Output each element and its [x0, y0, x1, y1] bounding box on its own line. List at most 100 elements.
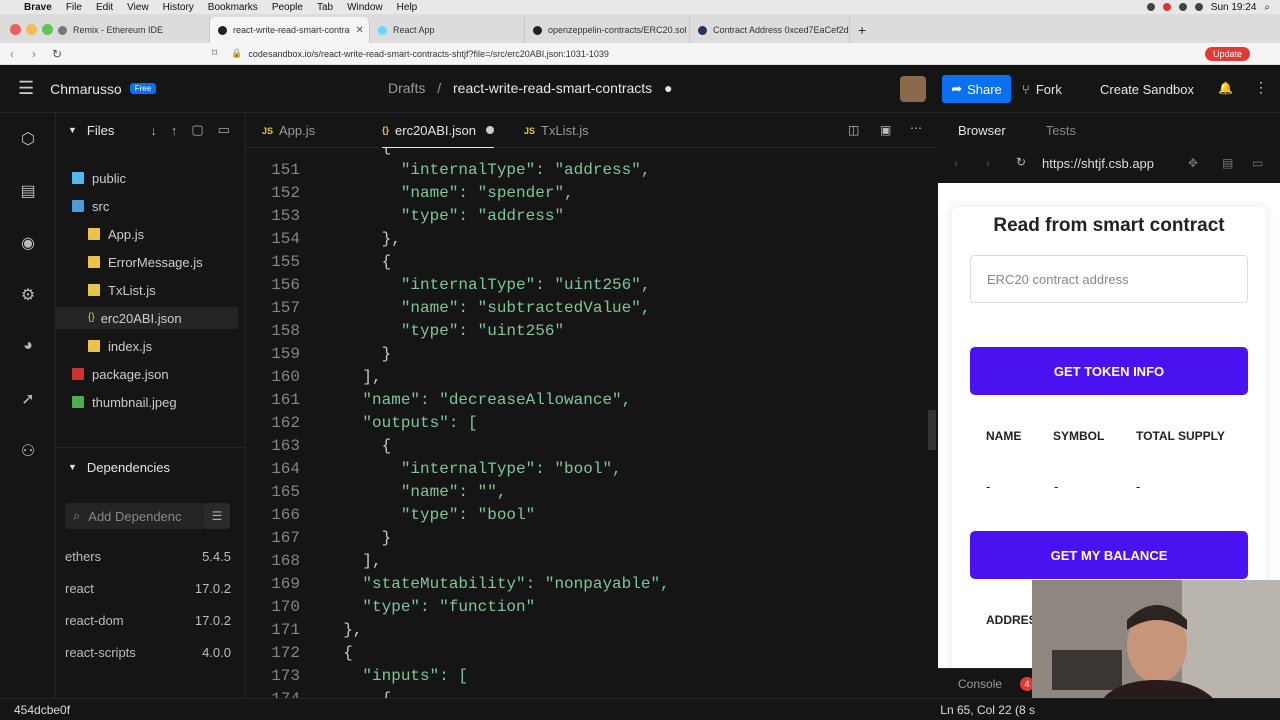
dependency-version[interactable]: 5.4.5	[202, 549, 231, 564]
fork-button[interactable]: ⑂ Fork	[1022, 75, 1062, 103]
bookmark-icon[interactable]: ⌑	[212, 48, 217, 59]
code-line[interactable]: 173 "inputs": [	[246, 667, 468, 690]
code-line[interactable]: 161 "name": "decreaseAllowance",	[246, 391, 631, 414]
code-line[interactable]: 158 "type": "uint256"	[246, 322, 564, 345]
dependency-version[interactable]: 4.0.0	[202, 645, 231, 660]
code-line[interactable]: 171 },	[246, 621, 362, 644]
preview-url-field[interactable]: https://shtjf.csb.app	[1042, 156, 1154, 171]
browser-tab-openzeppelin[interactable]: openzeppelin-contracts/ERC20.sol	[525, 17, 690, 43]
tab-txlist-js[interactable]: JS TxList.js	[524, 113, 589, 148]
tab-browser[interactable]: Browser	[958, 123, 1006, 138]
move-icon[interactable]: ✥	[1188, 156, 1198, 170]
code-line[interactable]: 167 }	[246, 529, 391, 552]
tree-file-thumbnail[interactable]: thumbnail.jpeg	[72, 391, 177, 413]
tab-app-js[interactable]: JS App.js	[262, 113, 315, 148]
menu-history[interactable]: History	[163, 2, 194, 13]
editor-scrollbar[interactable]	[926, 148, 938, 698]
sandbox-info-icon[interactable]: ⬡	[18, 129, 38, 149]
code-line[interactable]: 159 }	[246, 345, 391, 368]
refresh-icon[interactable]: ↻	[1016, 155, 1026, 169]
reload-icon[interactable]: ↻	[52, 47, 62, 61]
get-my-balance-button[interactable]: GET MY BALANCE	[970, 531, 1248, 579]
tree-file-package-json[interactable]: package.json	[72, 363, 169, 385]
more-actions-icon[interactable]: ⋯	[910, 121, 922, 135]
search-icon[interactable]: ⌕	[1264, 2, 1270, 13]
code-line[interactable]: 153 "type": "address"	[246, 207, 564, 230]
breadcrumb-drafts[interactable]: Drafts	[388, 80, 425, 96]
dependency-search-input[interactable]: ⌕ Add Dependenc	[65, 503, 205, 529]
code-line[interactable]: 170 "type": "function"	[246, 598, 535, 621]
menu-window[interactable]: Window	[347, 2, 383, 13]
dependency-version[interactable]: 17.0.2	[195, 613, 231, 628]
dependency-menu-icon[interactable]: ☰	[204, 503, 230, 529]
create-sandbox-button[interactable]: Create Sandbox	[1100, 75, 1194, 103]
share-button[interactable]: ➦ Share	[942, 75, 1011, 103]
file-explorer-icon[interactable]: ▤	[18, 181, 38, 201]
menu-icon[interactable]: ☰	[18, 78, 34, 99]
preview-window-icon[interactable]: ▣	[880, 123, 891, 137]
dependency-item[interactable]: ethers 5.4.5	[65, 549, 231, 564]
tray-icon[interactable]	[1146, 3, 1155, 11]
browser-tab-etherscan[interactable]: Contract Address 0xced7EaCef2db	[690, 17, 850, 43]
code-line[interactable]: 160 ],	[246, 368, 381, 391]
tree-folder-public[interactable]: public	[72, 167, 126, 189]
scrollbar-thumb[interactable]	[928, 410, 936, 450]
new-tab-button[interactable]: +	[850, 17, 874, 43]
code-line[interactable]: 156 "internalType": "uint256",	[246, 276, 650, 299]
avatar[interactable]	[900, 76, 926, 102]
menu-edit[interactable]: Edit	[96, 2, 113, 13]
settings-gear-icon[interactable]: ⚙	[18, 285, 38, 305]
menu-people[interactable]: People	[272, 2, 303, 13]
tree-file-txlist-js[interactable]: TxList.js	[88, 279, 156, 301]
code-line[interactable]: 151 "internalType": "address",	[246, 161, 650, 184]
cursor-position[interactable]: Ln 65, Col 22 (8 s	[940, 703, 1035, 717]
forward-icon[interactable]: ›	[32, 47, 36, 61]
contract-address-input[interactable]: ERC20 contract address	[970, 255, 1248, 303]
search-icon[interactable]: ◉	[18, 233, 38, 253]
wifi-icon[interactable]	[1178, 3, 1187, 11]
new-folder-icon[interactable]: ▭	[218, 122, 230, 138]
deploy-rocket-icon[interactable]: ➚	[18, 389, 38, 409]
new-file-icon[interactable]: ▢	[191, 122, 203, 138]
code-line[interactable]: 162 "outputs": [	[246, 414, 477, 437]
code-line[interactable]: 165 "name": "",	[246, 483, 506, 506]
files-section-header[interactable]: ▼ Files ↓ ↑ ▢ ▭	[68, 120, 230, 140]
github-icon[interactable]: ◕	[18, 337, 38, 357]
menu-tab[interactable]: Tab	[317, 2, 333, 13]
browser-tab-remix[interactable]: Remix - Ethereum IDE	[50, 17, 210, 43]
record-icon[interactable]	[1162, 3, 1171, 11]
code-line[interactable]: 169 "stateMutability": "nonpayable",	[246, 575, 669, 598]
tree-folder-src[interactable]: src	[72, 195, 109, 217]
forward-icon[interactable]: ›	[986, 156, 990, 170]
code-line[interactable]: 166 "type": "bool"	[246, 506, 535, 529]
code-line[interactable]: 174 {	[246, 690, 391, 698]
tree-file-erc20abi-json[interactable]: {} erc20ABI.json	[56, 307, 238, 329]
download-icon[interactable]: ↓	[150, 123, 157, 138]
more-options-icon[interactable]: ⋮	[1254, 79, 1268, 96]
unsaved-dot-icon[interactable]	[485, 126, 494, 134]
open-new-window-icon[interactable]: ▤	[1222, 156, 1233, 170]
tab-tests[interactable]: Tests	[1046, 123, 1076, 138]
dependency-item[interactable]: react 17.0.2	[65, 581, 231, 596]
get-token-info-button[interactable]: GET TOKEN INFO	[970, 347, 1248, 395]
code-line[interactable]: 172 {	[246, 644, 353, 667]
dependencies-section-header[interactable]: ▼ Dependencies	[68, 457, 170, 477]
browser-tab-codesandbox[interactable]: react-write-read-smart-contra ✕	[210, 17, 370, 43]
tree-file-app-js[interactable]: App.js	[88, 223, 144, 245]
minimize-window-icon[interactable]	[26, 24, 37, 35]
responsive-icon[interactable]: ▭	[1252, 156, 1263, 170]
back-icon[interactable]: ‹	[954, 156, 958, 170]
close-window-icon[interactable]	[10, 24, 21, 35]
battery-icon[interactable]	[1194, 3, 1203, 11]
menu-view[interactable]: View	[127, 2, 149, 13]
code-line[interactable]: 164 "internalType": "bool",	[246, 460, 621, 483]
menu-file[interactable]: File	[66, 2, 82, 13]
code-area[interactable]: {151 "internalType": "address",152 "name…	[246, 148, 926, 698]
code-line[interactable]: 157 "name": "subtractedValue",	[246, 299, 650, 322]
code-line[interactable]: {	[246, 148, 392, 161]
dependency-item[interactable]: react-dom 17.0.2	[65, 613, 231, 628]
code-line[interactable]: 168 ],	[246, 552, 381, 575]
update-button[interactable]: Update	[1204, 46, 1250, 61]
close-tab-icon[interactable]: ✕	[350, 25, 364, 36]
bell-icon[interactable]: 🔔	[1218, 81, 1233, 95]
